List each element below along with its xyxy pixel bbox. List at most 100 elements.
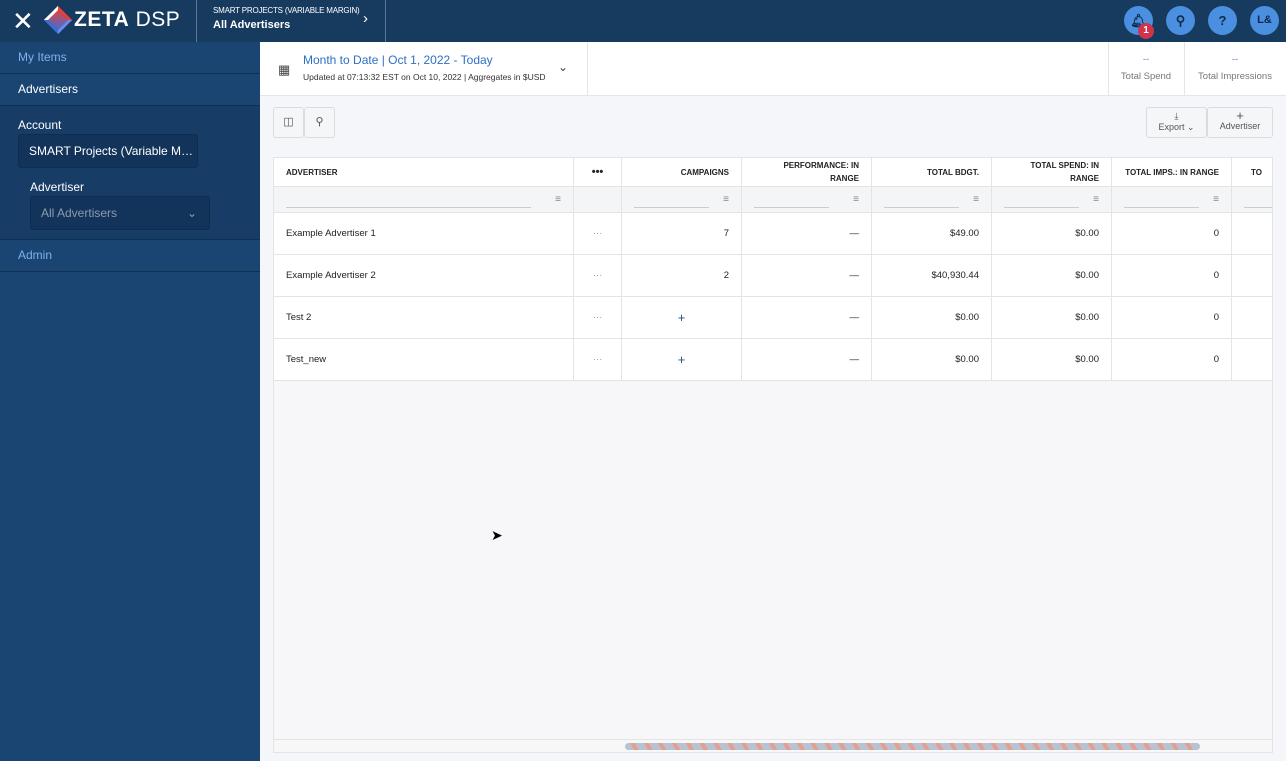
column-filter[interactable]: ≡ bbox=[1112, 187, 1232, 212]
horizontal-scrollbar[interactable] bbox=[274, 739, 1272, 752]
search-button[interactable]: ⚲ bbox=[1166, 6, 1195, 35]
column-header[interactable]: PERFORMANCE: IN RANGE bbox=[742, 158, 872, 186]
scrollbar-thumb[interactable] bbox=[625, 743, 1200, 750]
column-filter[interactable] bbox=[1232, 187, 1272, 212]
date-range[interactable]: Month to Date | Oct 1, 2022 - Today bbox=[303, 53, 493, 67]
account-value: SMART Projects (Variable M… bbox=[29, 144, 194, 158]
column-filter[interactable]: ≡ bbox=[622, 187, 742, 212]
column-header[interactable]: TOTAL IMPS.: IN RANGE bbox=[1112, 158, 1232, 186]
cell-budget: $40,930.44 bbox=[872, 255, 992, 296]
user-avatar[interactable]: L& bbox=[1250, 6, 1279, 35]
stat-value: -- bbox=[1231, 54, 1239, 65]
download-icon: ⤓ bbox=[1174, 111, 1179, 121]
search-icon: ⚲ bbox=[1175, 13, 1186, 28]
breadcrumb[interactable]: SMART PROJECTS (VARIABLE MARGIN) All Adv… bbox=[196, 0, 386, 42]
cell-budget: $49.00 bbox=[872, 213, 992, 254]
calendar-icon: ▦ bbox=[278, 62, 291, 77]
breadcrumb-current: All Advertisers bbox=[213, 19, 291, 31]
table-row[interactable]: Example Advertiser 2 ··· 2— $40,930.44 $0.00… bbox=[274, 255, 1272, 297]
filter-icon[interactable]: ≡ bbox=[1093, 194, 1099, 205]
chevron-down-icon: ⌄ bbox=[186, 206, 197, 220]
cell-spend: $0.00 bbox=[992, 213, 1112, 254]
advertiser-label: Advertiser bbox=[30, 180, 85, 194]
table-search-button[interactable]: ⚲ bbox=[304, 107, 335, 138]
filter-icon[interactable]: ≡ bbox=[555, 194, 561, 205]
table-row[interactable]: Test 2 ··· + — $0.00 $0.00 0 bbox=[274, 297, 1272, 339]
cell-menu[interactable]: ··· bbox=[574, 255, 622, 296]
filter-row: ≡ ≡ ≡ ≡ ≡ ≡ bbox=[274, 187, 1272, 213]
help-button[interactable]: ? bbox=[1208, 6, 1237, 35]
sidebar-item-my-items[interactable]: My Items bbox=[0, 42, 260, 74]
stat-label: Total Spend bbox=[1120, 71, 1172, 82]
account-selector-section: Account SMART Projects (Variable M… Adve… bbox=[0, 106, 260, 240]
sidebar-item-admin[interactable]: Admin bbox=[0, 240, 260, 272]
cell-campaigns[interactable]: + bbox=[622, 297, 742, 338]
advertiser-value: All Advertisers bbox=[41, 206, 118, 220]
advertisers-table: ADVERTISER ••• CAMPAIGNS PERFORMANCE: IN RA… bbox=[273, 157, 1273, 753]
filter-icon[interactable]: ≡ bbox=[853, 194, 859, 205]
cell-performance: — bbox=[742, 213, 872, 254]
chevron-right-icon[interactable]: › bbox=[363, 10, 368, 27]
column-filter[interactable]: ≡ bbox=[274, 187, 574, 212]
columns-icon: ◫ bbox=[283, 116, 294, 128]
column-header[interactable]: TO bbox=[1232, 158, 1272, 186]
product: DSP bbox=[135, 8, 181, 31]
search-icon: ⚲ bbox=[315, 116, 324, 128]
top-bar: ✕ ZETA DSP SMART PROJECTS (VARIABLE MARG… bbox=[0, 0, 1286, 42]
column-filter[interactable]: ≡ bbox=[992, 187, 1112, 212]
date-header: ▦ Month to Date | Oct 1, 2022 - Today Up… bbox=[260, 42, 1286, 96]
close-icon[interactable]: ✕ bbox=[12, 8, 34, 34]
filter-icon[interactable]: ≡ bbox=[1213, 194, 1219, 205]
column-header[interactable]: TOTAL SPEND: IN RANGE bbox=[992, 158, 1112, 186]
cell-name: Test_new bbox=[274, 339, 574, 380]
cell-imps: 0 bbox=[1112, 297, 1232, 338]
mouse-cursor: ➤ bbox=[491, 527, 503, 543]
column-filter[interactable] bbox=[574, 187, 622, 212]
table-header: ADVERTISER ••• CAMPAIGNS PERFORMANCE: IN RA… bbox=[274, 158, 1272, 187]
column-header[interactable]: CAMPAIGNS bbox=[622, 158, 742, 186]
filter-icon[interactable]: ≡ bbox=[723, 194, 729, 205]
table-row[interactable]: Example Advertiser 1 ··· 7— $49.00 $0.00 0 bbox=[274, 213, 1272, 255]
sidebar-item-advertisers[interactable]: Advertisers bbox=[0, 74, 260, 106]
add-advertiser-button[interactable]: + Advertiser bbox=[1207, 107, 1273, 138]
column-header[interactable]: TOTAL BDGT. bbox=[872, 158, 992, 186]
cell-budget: $0.00 bbox=[872, 297, 992, 338]
add-label: Advertiser bbox=[1219, 121, 1261, 131]
advertiser-select[interactable]: All Advertisers ⌄ bbox=[30, 196, 210, 230]
cell-menu[interactable]: ··· bbox=[574, 297, 622, 338]
chevron-down-icon[interactable]: ⌄ bbox=[558, 60, 568, 74]
filter-icon[interactable]: ≡ bbox=[973, 194, 979, 205]
cell-menu[interactable]: ··· bbox=[574, 213, 622, 254]
cell-performance: — bbox=[742, 339, 872, 380]
columns-button[interactable]: ◫ bbox=[273, 107, 304, 138]
table-row[interactable]: Test_new ··· + — $0.00 $0.00 0 bbox=[274, 339, 1272, 381]
cell-imps: 0 bbox=[1112, 255, 1232, 296]
plus-icon: + bbox=[1236, 108, 1244, 123]
cell-campaigns[interactable]: + bbox=[622, 339, 742, 380]
account-label: Account bbox=[18, 118, 62, 132]
stat-label: Total Impressions bbox=[1198, 71, 1272, 82]
account-select[interactable]: SMART Projects (Variable M… bbox=[18, 134, 198, 168]
logo[interactable]: ZETA DSP bbox=[43, 5, 181, 35]
cell-name: Example Advertiser 2 bbox=[274, 255, 574, 296]
updated-text: Updated at 07:13:32 EST on Oct 10, 2022 … bbox=[303, 72, 546, 82]
export-button[interactable]: ⤓ Export ⌄ bbox=[1146, 107, 1207, 138]
cell-performance: — bbox=[742, 297, 872, 338]
cell-spend: $0.00 bbox=[992, 339, 1112, 380]
column-header[interactable]: ADVERTISER bbox=[274, 158, 574, 186]
notification-badge: 1 bbox=[1138, 23, 1154, 39]
cell-imps: 0 bbox=[1112, 213, 1232, 254]
column-filter[interactable]: ≡ bbox=[742, 187, 872, 212]
cell-campaigns: 2 bbox=[622, 255, 742, 296]
cell-imps: 0 bbox=[1112, 339, 1232, 380]
stat-value: -- bbox=[1142, 54, 1150, 65]
total-spend-stat: -- Total Spend bbox=[1108, 54, 1184, 82]
cell-performance: — bbox=[742, 255, 872, 296]
column-filter[interactable]: ≡ bbox=[872, 187, 992, 212]
cell-menu[interactable]: ··· bbox=[574, 339, 622, 380]
sidebar: My Items Advertisers Account SMART Proje… bbox=[0, 42, 260, 761]
column-header[interactable]: ••• bbox=[574, 158, 622, 186]
cell-spend: $0.00 bbox=[992, 255, 1112, 296]
cell-name: Example Advertiser 1 bbox=[274, 213, 574, 254]
cell-spend: $0.00 bbox=[992, 297, 1112, 338]
